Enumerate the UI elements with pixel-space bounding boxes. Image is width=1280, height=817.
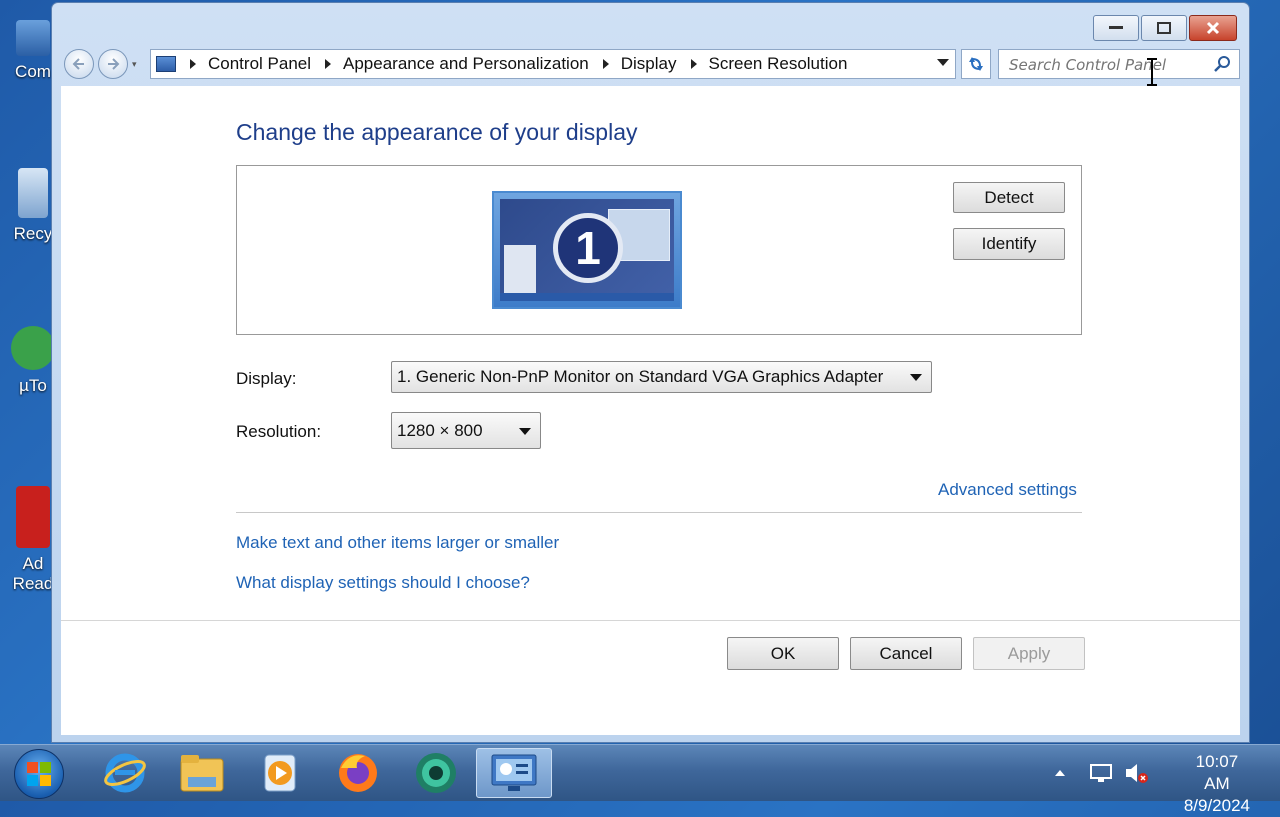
minimize-icon [1109,26,1123,29]
windows-logo-icon [27,762,51,786]
resolution-select[interactable]: 1280 × 800 [391,412,541,449]
recent-pages-dropdown[interactable]: ▾ [132,59,137,70]
browser-app-icon [416,753,456,793]
monitor-taskbar-graphic [500,293,674,301]
page-title: Change the appearance of your display [236,119,638,145]
search-box[interactable] [998,49,1240,79]
breadcrumb-appearance[interactable]: Appearance and Personalization [311,54,589,74]
ok-button[interactable]: OK [727,637,839,670]
footer-divider [61,620,1240,621]
monitor-1-thumbnail[interactable]: 1 [492,191,682,309]
taskbar-media-player[interactable] [251,748,307,798]
restore-icon [1157,22,1171,34]
file-explorer-icon [180,755,224,792]
resolution-select-value: 1280 × 800 [397,420,483,440]
cancel-button[interactable]: Cancel [850,637,962,670]
search-icon [1214,56,1230,72]
start-button[interactable] [14,749,64,799]
control-panel-display-icon [491,754,537,791]
forward-button[interactable] [98,49,128,79]
caption-buttons [1093,15,1237,41]
address-bar[interactable]: Control Panel Appearance and Personaliza… [150,49,956,79]
volume-muted-icon [1126,764,1148,783]
resolution-label: Resolution: [236,422,322,441]
display-help-link[interactable]: What display settings should I choose? [236,573,530,593]
breadcrumb-control-panel[interactable]: Control Panel [176,54,311,74]
clock-time: 10:07 AM [1195,752,1239,793]
taskbar-file-explorer[interactable] [174,748,230,798]
refresh-button[interactable] [961,49,991,79]
back-button[interactable] [64,49,94,79]
taskbar-internet-explorer[interactable] [97,748,153,798]
minimize-button[interactable] [1093,15,1139,41]
text-size-link[interactable]: Make text and other items larger or smal… [236,533,559,553]
display-select-value: 1. Generic Non-PnP Monitor on Standard V… [397,367,884,386]
refresh-icon [969,57,983,71]
detect-button[interactable]: Detect [953,182,1065,213]
firefox-icon [339,754,377,792]
chevron-down-icon [519,428,531,435]
text-cursor-icon [1147,58,1157,86]
content-area: Change the appearance of your display 1 … [61,86,1240,735]
monitor-number: 1 [553,213,623,283]
screen-resolution-window: ▾ Control Panel Appearance and Personali… [51,2,1250,743]
taskbar-control-panel-display[interactable] [476,748,552,798]
display-select[interactable]: 1. Generic Non-PnP Monitor on Standard V… [391,361,932,393]
taskbar-firefox[interactable] [330,748,386,798]
taskbar: 10:07 AM 8/9/2024 [0,744,1280,815]
navigation-bar: ▾ Control Panel Appearance and Personali… [64,47,1240,81]
identify-button[interactable]: Identify [953,228,1065,260]
media-player-icon [264,754,296,792]
display-label: Display: [236,369,297,388]
network-icon [1090,764,1112,782]
maximize-button[interactable] [1141,15,1187,41]
apply-button[interactable]: Apply [973,637,1085,670]
chevron-down-icon [910,374,922,381]
show-hidden-icons-icon [1055,770,1065,776]
address-dropdown-icon[interactable] [937,59,949,66]
advanced-settings-link[interactable]: Advanced settings [938,480,1077,500]
close-button[interactable] [1189,15,1237,41]
monitor-screen: 1 [500,199,674,301]
clock[interactable]: 10:07 AM 8/9/2024 [1184,751,1250,817]
control-panel-icon [156,56,176,72]
computer-icon [16,20,50,56]
back-arrow-icon [72,58,84,70]
divider [236,512,1082,513]
breadcrumb-screen-resolution[interactable]: Screen Resolution [677,54,847,74]
recycle-bin-icon [18,168,48,218]
adobe-reader-icon [16,486,50,548]
taskbar-browser-app[interactable] [408,748,464,798]
utorrent-icon [11,326,55,370]
internet-explorer-icon [104,753,146,793]
clock-date: 8/9/2024 [1183,796,1250,815]
close-icon [1206,21,1220,35]
forward-arrow-icon [108,58,120,70]
monitor-preview-box: 1 Detect Identify [236,165,1082,335]
search-input[interactable] [1007,51,1211,79]
breadcrumb-display[interactable]: Display [589,54,677,74]
